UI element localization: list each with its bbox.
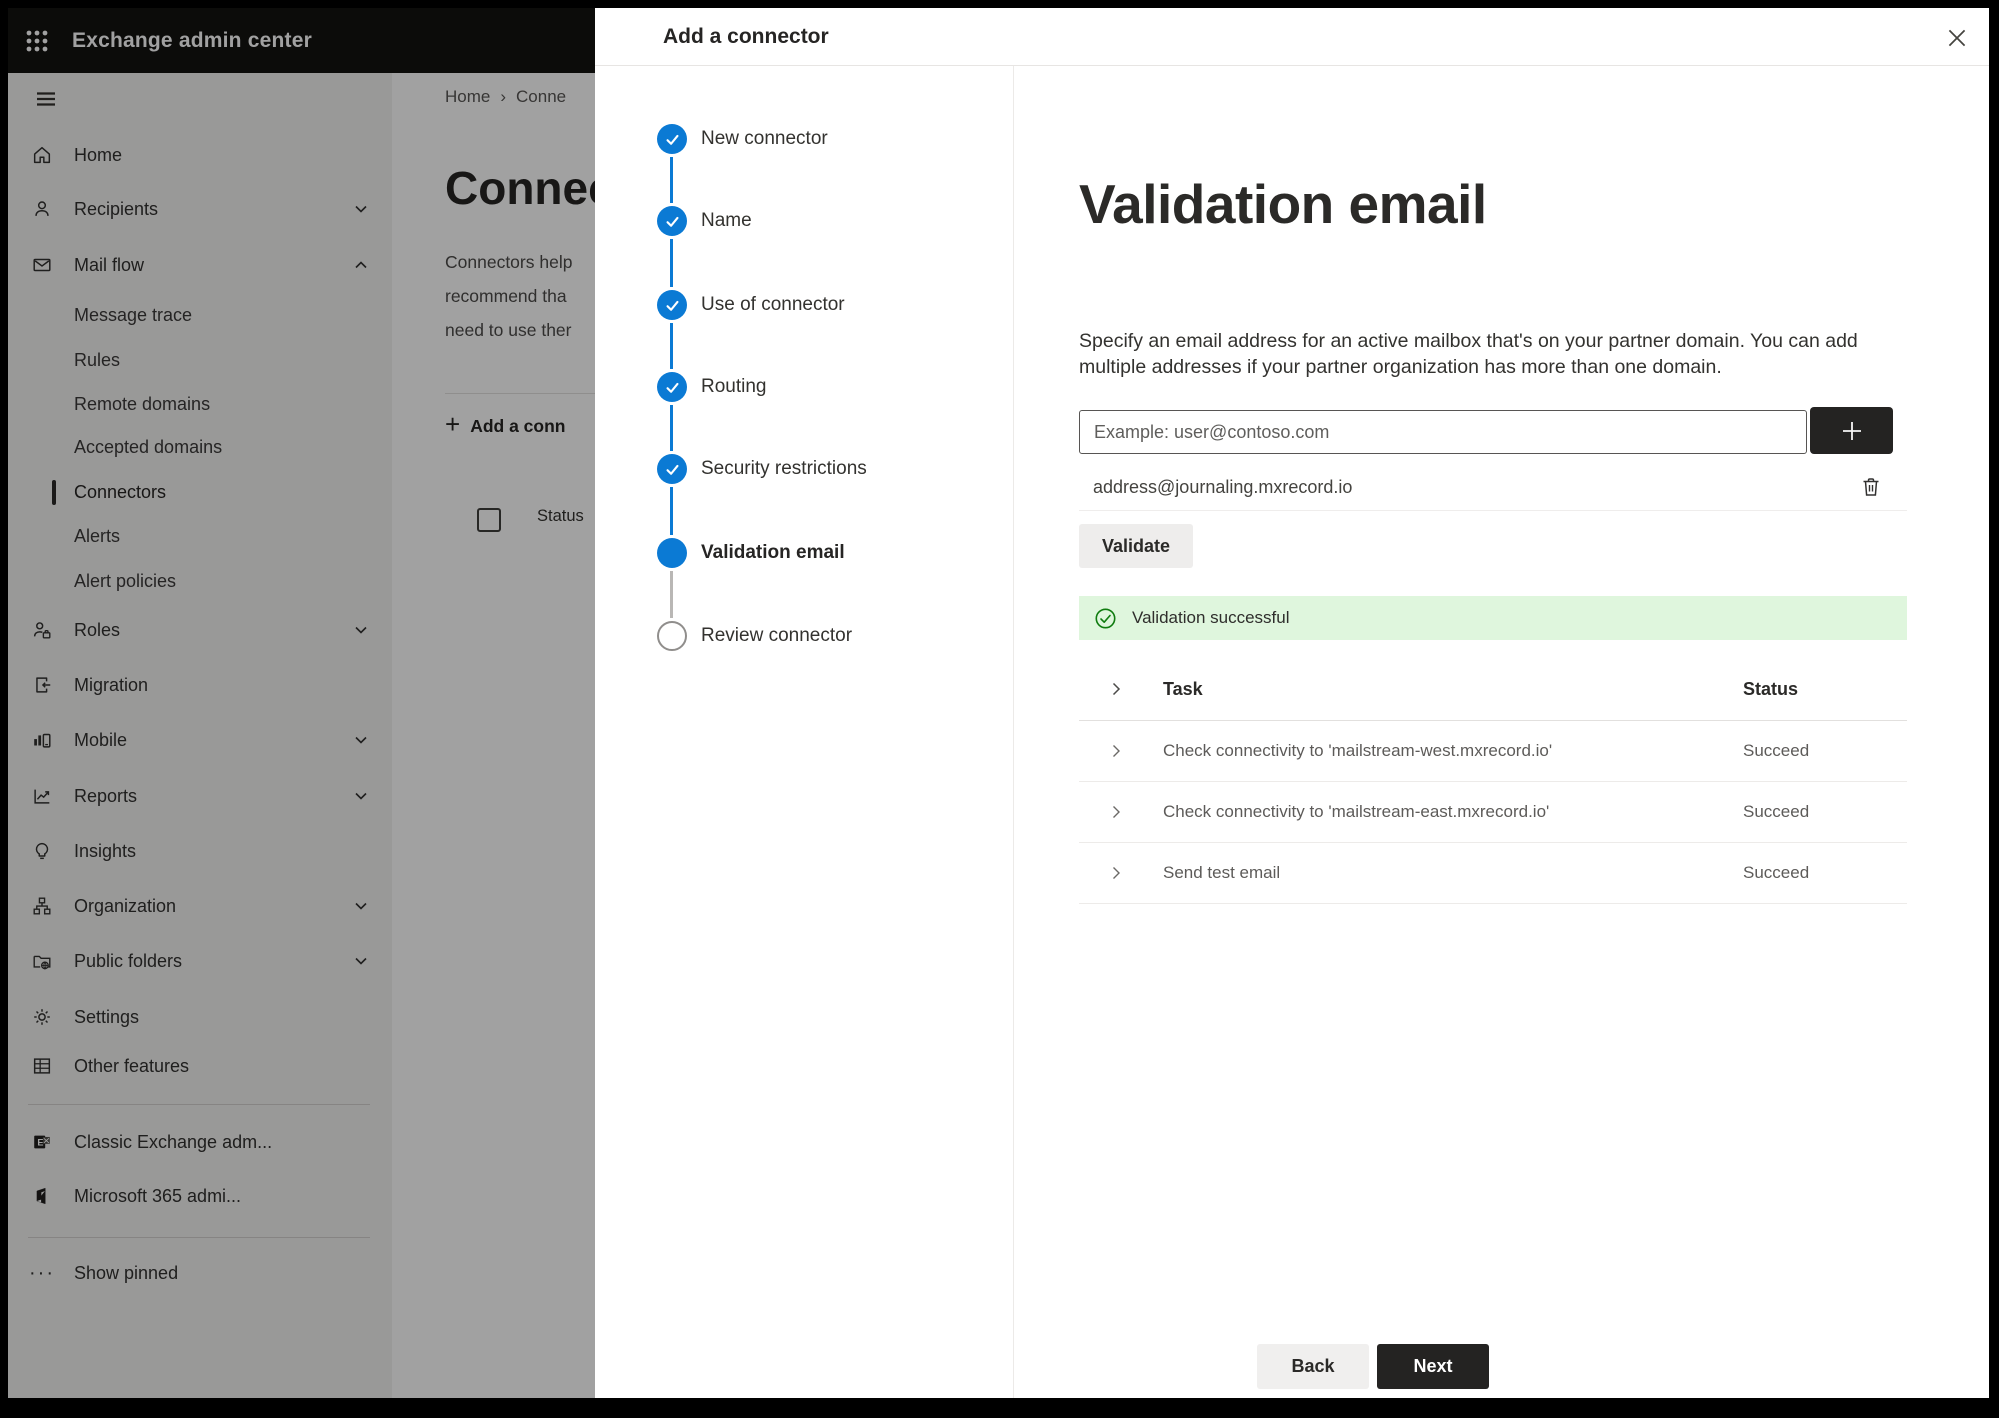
- step-complete-icon: [657, 290, 687, 320]
- address-list-item: address@journaling.mxrecord.io: [1079, 466, 1907, 508]
- step-upcoming-icon: [657, 621, 687, 651]
- step-use-of-connector[interactable]: Use of connector: [657, 283, 845, 327]
- step-label: Routing: [701, 376, 767, 397]
- success-check-icon: [1094, 607, 1117, 630]
- step-complete-icon: [657, 454, 687, 484]
- step-label: Security restrictions: [701, 458, 867, 479]
- wizard-page-title: Validation email: [1079, 173, 1487, 235]
- status-cell: Succeed: [1743, 741, 1810, 760]
- status-cell: Succeed: [1743, 863, 1810, 882]
- screen: Exchange admin center Home Recipients Ma…: [8, 8, 1989, 1398]
- next-button[interactable]: Next: [1377, 1344, 1489, 1389]
- step-label: Review connector: [701, 625, 853, 646]
- step-label: New connector: [701, 128, 828, 149]
- task-cell: Send test email: [1163, 863, 1281, 882]
- validation-success-banner: Validation successful: [1079, 596, 1907, 640]
- step-label: Validation email: [701, 542, 845, 563]
- divider: [1079, 510, 1907, 511]
- validation-results-table: Task Status Check connectivity to 'mails…: [1079, 658, 1907, 904]
- step-connector-line: [670, 571, 673, 618]
- expand-all-chevron-icon[interactable]: [1107, 680, 1125, 698]
- close-icon[interactable]: [1941, 22, 1973, 54]
- step-new-connector[interactable]: New connector: [657, 117, 828, 161]
- step-complete-icon: [657, 372, 687, 402]
- plus-icon: [1842, 421, 1861, 440]
- step-connector-line: [670, 487, 673, 535]
- add-connector-panel: Add a connector New connector Name Use o…: [595, 8, 1989, 1398]
- step-connector-line: [670, 323, 673, 369]
- step-security-restrictions[interactable]: Security restrictions: [657, 447, 867, 491]
- step-connector-line: [670, 405, 673, 451]
- add-email-button[interactable]: [1810, 407, 1893, 454]
- status-cell: Succeed: [1743, 802, 1810, 821]
- table-row: Check connectivity to 'mailstream-west.m…: [1079, 721, 1907, 782]
- banner-text: Validation successful: [1132, 608, 1290, 627]
- validate-button[interactable]: Validate: [1079, 524, 1193, 568]
- wizard-divider: [1013, 66, 1014, 1398]
- expand-row-chevron-icon[interactable]: [1107, 742, 1125, 760]
- step-label: Use of connector: [701, 294, 845, 315]
- task-cell: Check connectivity to 'mailstream-west.m…: [1163, 741, 1553, 760]
- address-email: address@journaling.mxrecord.io: [1093, 476, 1353, 497]
- column-header-task: Task: [1163, 678, 1203, 699]
- step-validation-email[interactable]: Validation email: [657, 531, 845, 575]
- modal-backdrop: [8, 8, 595, 1398]
- step-current-icon: [657, 538, 687, 568]
- step-name[interactable]: Name: [657, 199, 752, 243]
- step-routing[interactable]: Routing: [657, 365, 767, 409]
- back-button[interactable]: Back: [1257, 1344, 1369, 1389]
- step-connector-line: [670, 239, 673, 287]
- wizard-page-description: Specify an email address for an active m…: [1079, 330, 1858, 378]
- table-row: Send test email Succeed: [1079, 843, 1907, 904]
- table-header-row: Task Status: [1079, 658, 1907, 721]
- step-complete-icon: [657, 124, 687, 154]
- step-review-connector[interactable]: Review connector: [657, 614, 852, 658]
- panel-title: Add a connector: [663, 24, 829, 48]
- panel-header-divider: [595, 65, 1989, 66]
- step-connector-line: [670, 157, 673, 203]
- email-address-input[interactable]: [1079, 410, 1807, 454]
- task-cell: Check connectivity to 'mailstream-east.m…: [1163, 802, 1550, 821]
- delete-address-icon[interactable]: [1856, 472, 1886, 502]
- expand-row-chevron-icon[interactable]: [1107, 803, 1125, 821]
- step-label: Name: [701, 210, 752, 231]
- column-header-status: Status: [1743, 678, 1799, 699]
- expand-row-chevron-icon[interactable]: [1107, 864, 1125, 882]
- step-complete-icon: [657, 206, 687, 236]
- table-row: Check connectivity to 'mailstream-east.m…: [1079, 782, 1907, 843]
